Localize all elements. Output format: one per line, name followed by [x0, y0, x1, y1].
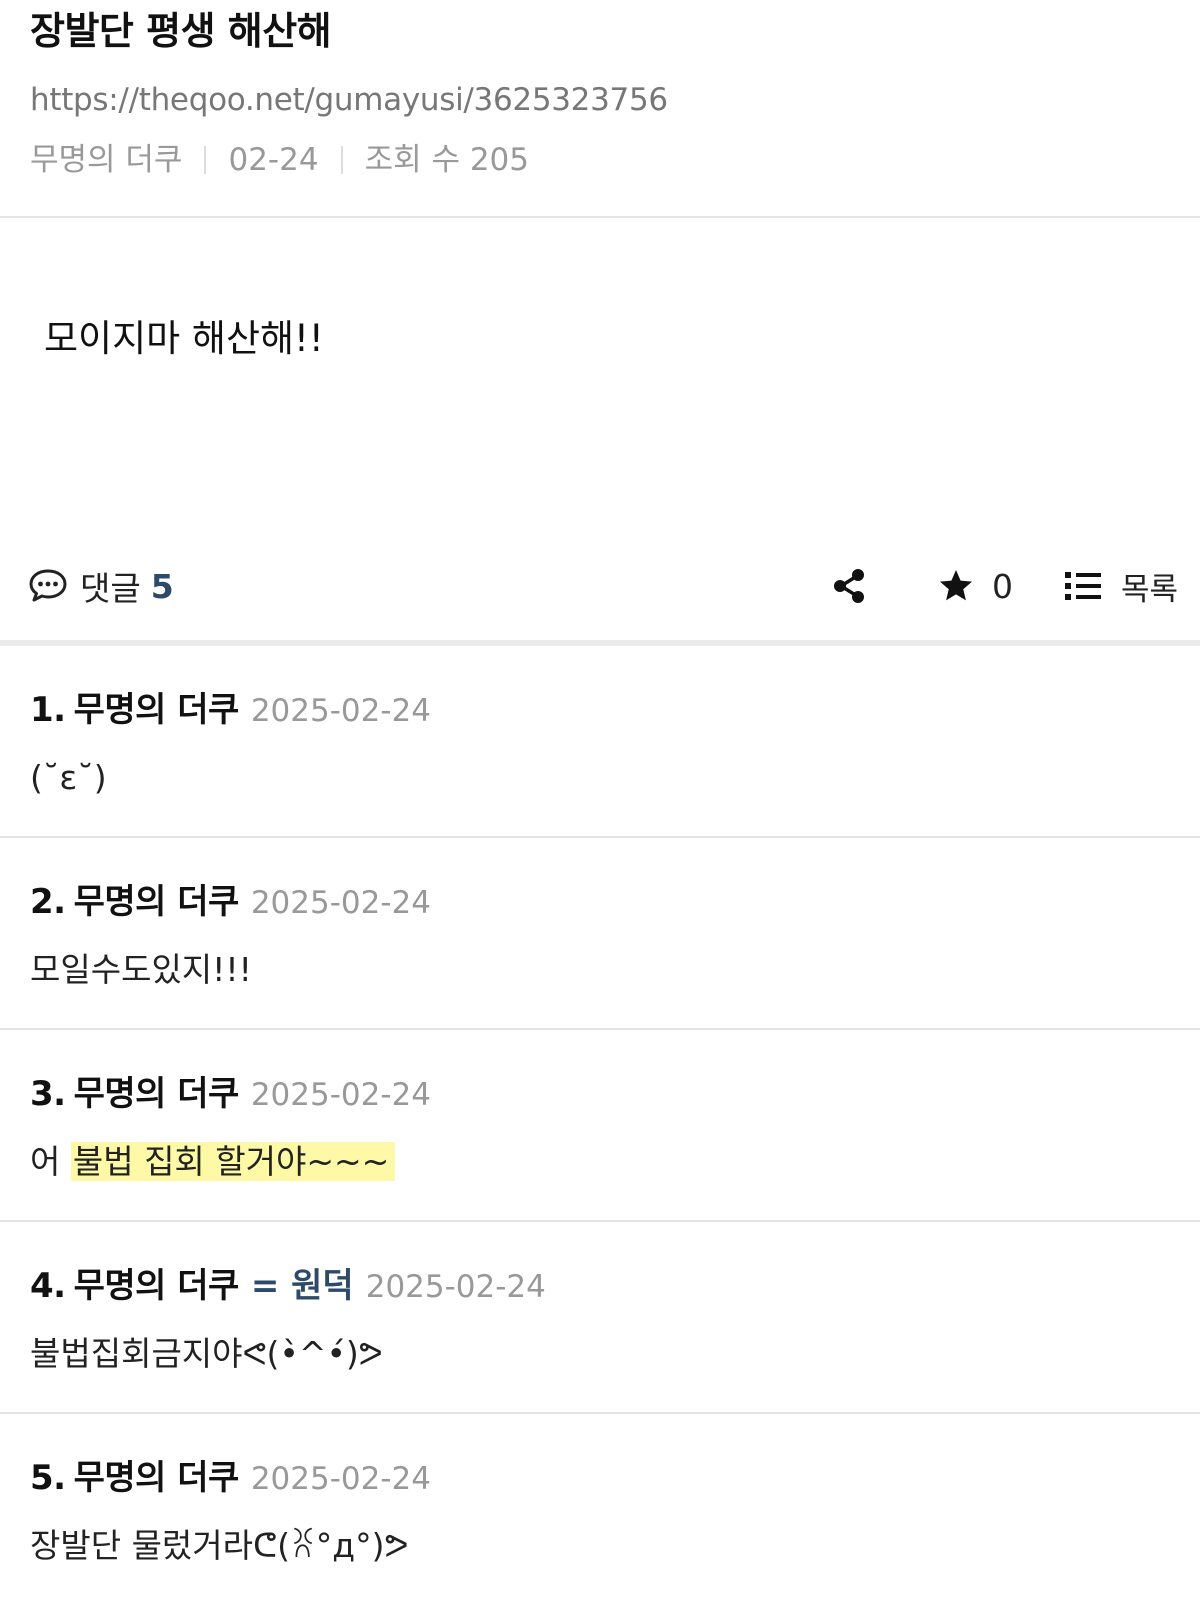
list-button[interactable]: 목록 [1064, 564, 1178, 609]
comment-item: 1. 무명의 더쿠 2025-02-24 (˘ε˘) [0, 646, 1200, 838]
comment-text-plain: 어 [30, 1142, 71, 1181]
comment-header: 5. 무명의 더쿠 2025-02-24 [30, 1450, 1200, 1502]
action-bar: 댓글 5 0 목록 [0, 536, 1200, 646]
list-icon [1064, 572, 1101, 600]
comment-date: 2025-02-24 [365, 1269, 546, 1305]
comment-number: 4. [30, 1266, 66, 1306]
post-body-text: 모이지마 해산해!! [44, 317, 324, 360]
share-button[interactable] [832, 568, 866, 604]
post-date: 02-24 [228, 142, 319, 178]
speech-bubble-icon [29, 569, 67, 602]
star-icon [939, 570, 972, 601]
comment-number: 5. [30, 1458, 66, 1498]
comment-date: 2025-02-24 [250, 1077, 431, 1113]
comment-text: 어 불법 집회 할거야~~~ [30, 1140, 1200, 1184]
comment-text: (˘ε˘) [30, 758, 107, 797]
comment-text: 불법집회금지야ᕙ(•̀^•́)ᕗ [30, 1334, 383, 1373]
post-views: 조회 수 205 [364, 142, 529, 178]
comment-author[interactable]: 무명의 더쿠 [74, 1066, 240, 1115]
comment-item: 4. 무명의 더쿠 = 원덕 2025-02-24 불법집회금지야ᕙ(•̀^•́… [0, 1222, 1200, 1414]
comment-header: 4. 무명의 더쿠 = 원덕 2025-02-24 [30, 1258, 1200, 1310]
comment-label: 댓글 [80, 569, 141, 608]
comment-date: 2025-02-24 [250, 885, 431, 921]
comment-text: 모일수도있지!!! [30, 950, 252, 989]
star-count: 0 [991, 566, 1013, 606]
comment-item: 3. 무명의 더쿠 2025-02-24 어 불법 집회 할거야~~~ [0, 1030, 1200, 1222]
comment-number: 2. [30, 882, 66, 922]
meta-divider [204, 146, 207, 174]
comment-date: 2025-02-24 [250, 1461, 431, 1497]
comment-item: 2. 무명의 더쿠 2025-02-24 모일수도있지!!! [0, 838, 1200, 1030]
comment-header: 2. 무명의 더쿠 2025-02-24 [30, 874, 1200, 926]
comment-text-highlight: 불법 집회 할거야~~~ [70, 1142, 396, 1181]
post-author: 무명의 더쿠 [30, 142, 183, 178]
comment-author[interactable]: 무명의 더쿠 [74, 1450, 240, 1499]
comment-text: 장발단 물렀거라ᕦ(ꐦ°д°)ᕗ [30, 1526, 409, 1565]
comment-author[interactable]: 무명의 더쿠 [74, 682, 240, 731]
comment-number: 1. [30, 690, 66, 730]
original-poster-badge: = 원덕 [250, 1266, 354, 1306]
meta-divider [340, 146, 343, 174]
comment-header: 1. 무명의 더쿠 2025-02-24 [30, 682, 1200, 734]
comment-date: 2025-02-24 [250, 693, 431, 729]
list-label: 목록 [1120, 571, 1178, 608]
comment-item: 5. 무명의 더쿠 2025-02-24 장발단 물렀거라ᕦ(ꐦ°д°)ᕗ [0, 1414, 1200, 1606]
comment-count: 5 [150, 566, 174, 606]
comment-list: 1. 무명의 더쿠 2025-02-24 (˘ε˘) 2. 무명의 더쿠 202… [0, 646, 1200, 1606]
comment-number: 3. [30, 1074, 66, 1114]
action-buttons: 0 목록 [832, 564, 1178, 609]
post-meta: 무명의 더쿠 02-24 조회 수 205 [30, 140, 1200, 180]
post-body: 모이지마 해산해!! [0, 218, 1200, 536]
comment-header: 3. 무명의 더쿠 2025-02-24 [30, 1066, 1200, 1118]
star-button[interactable]: 0 [938, 567, 1013, 606]
comment-author[interactable]: 무명의 더쿠 [74, 1258, 240, 1307]
post-url[interactable]: https://theqoo.net/gumayusi/3625323756 [30, 80, 1200, 120]
comment-author[interactable]: 무명의 더쿠 [74, 874, 240, 923]
post-title: 장발단 평생 해산해 [30, 9, 332, 53]
share-icon [833, 569, 864, 603]
comment-count-button[interactable]: 댓글 5 [28, 562, 174, 610]
post-header: 장발단 평생 해산해 https://theqoo.net/gumayusi/3… [0, 0, 1200, 218]
